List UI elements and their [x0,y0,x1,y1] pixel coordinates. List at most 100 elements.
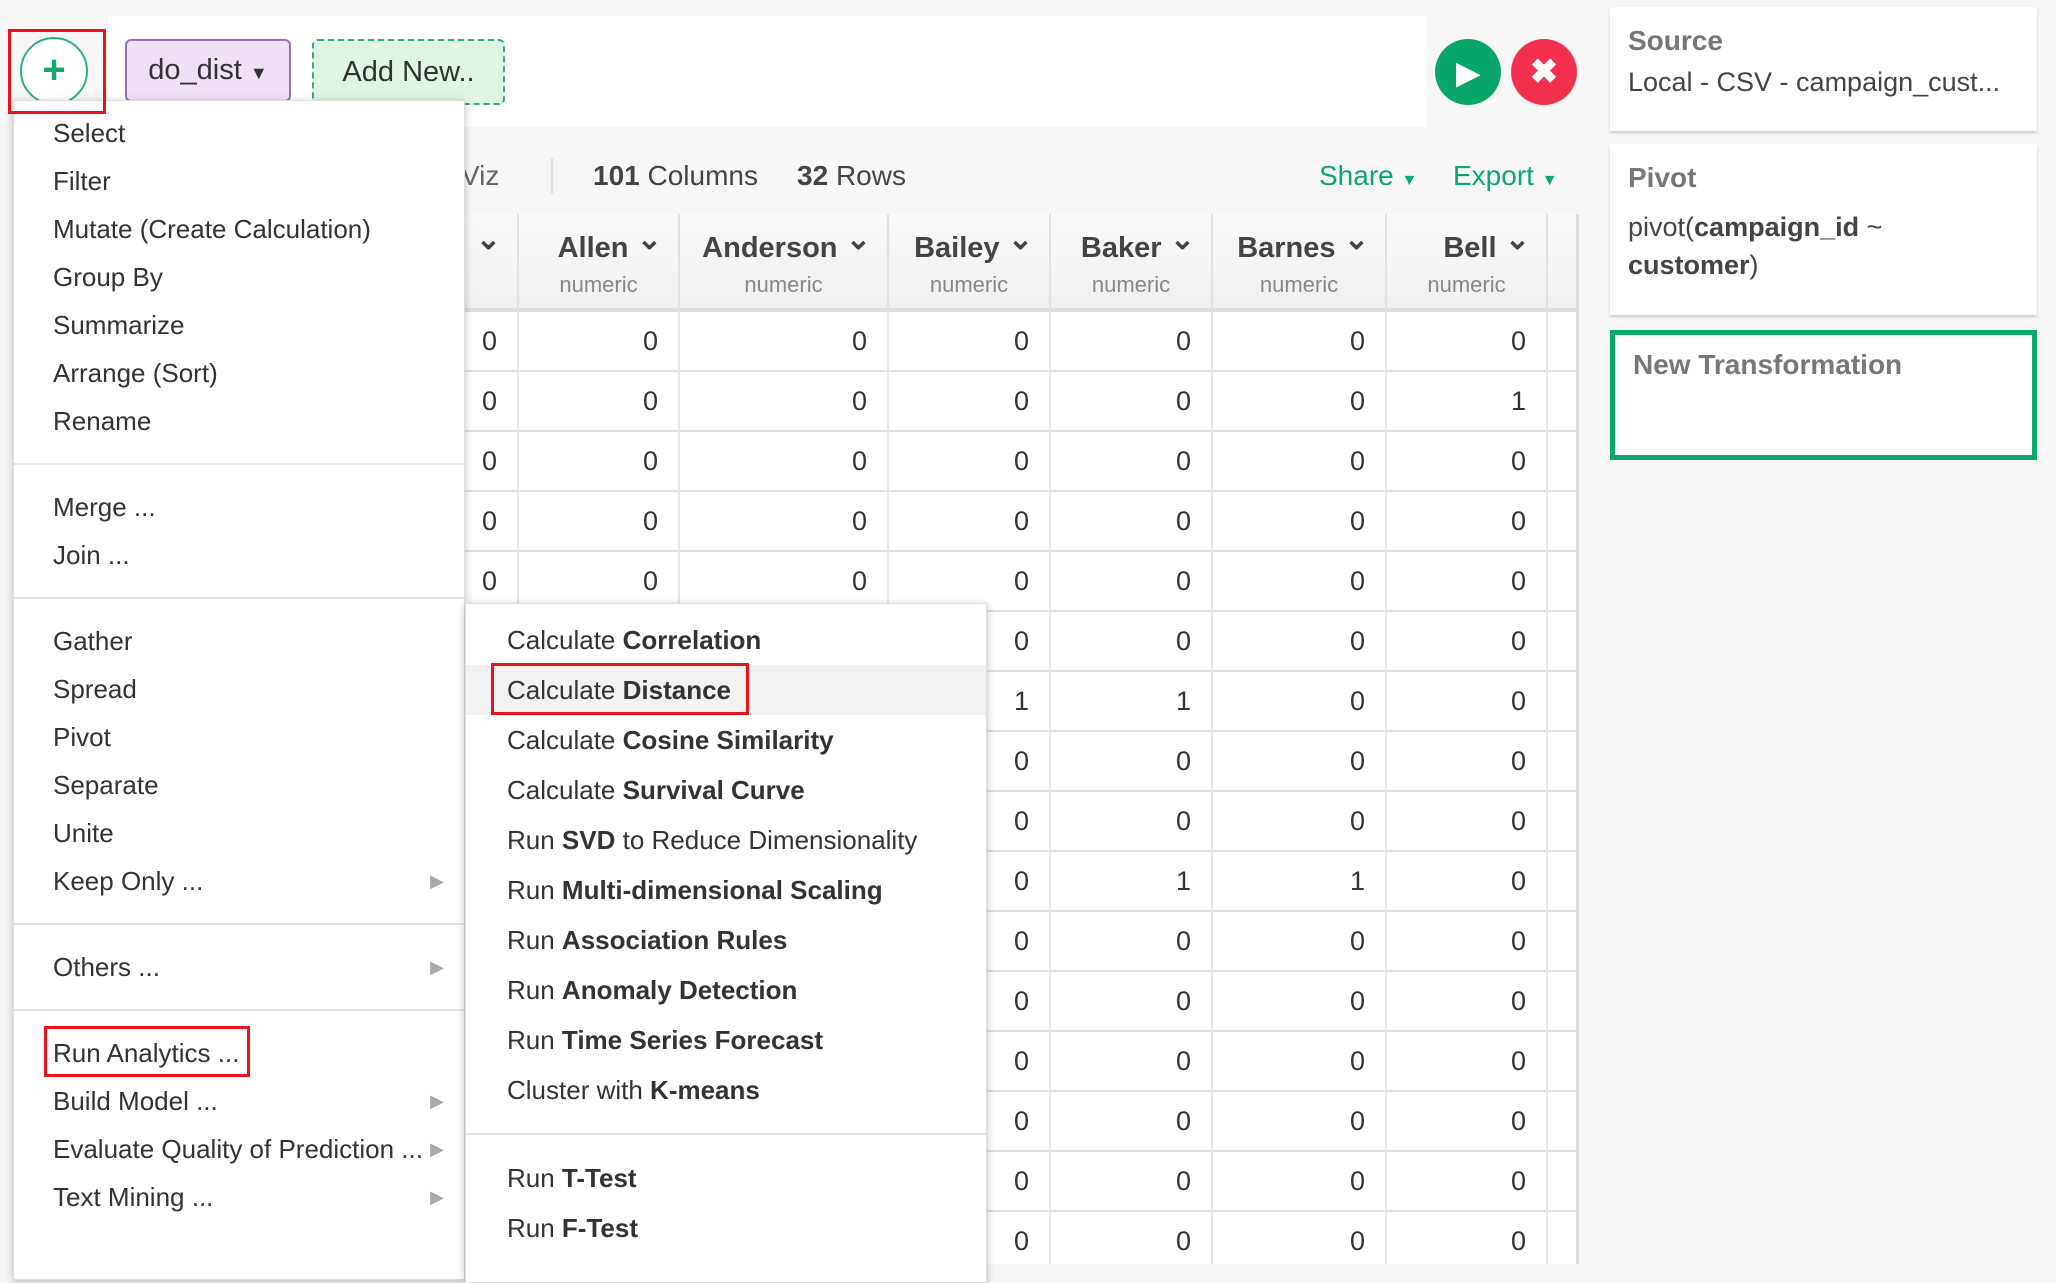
share-button[interactable]: Share ▼ [1319,160,1417,192]
menu-item-pivot[interactable]: Pivot [14,713,464,761]
play-icon: ▶ [1456,57,1480,90]
menu-item-label: Unite [53,818,114,848]
close-icon: ✖ [1529,53,1559,91]
menu-item-arrange-sort[interactable]: Arrange (Sort) [14,349,464,397]
step-do-dist-button[interactable]: do_dist ▼ [125,39,291,102]
step-card-pivot[interactable]: Pivot pivot(campaign_id ~ customer) [1610,144,2037,315]
table-cell: 0 [1213,1152,1387,1212]
menu-divider [466,1115,986,1153]
menu-item-label: Text Mining ... [53,1182,214,1212]
table-cell: 0 [1387,1032,1548,1092]
divider [551,158,553,194]
table-cell: 0 [680,312,889,372]
menu-item-mutate-create-calculation[interactable]: Mutate (Create Calculation) [14,205,464,253]
menu-item-select[interactable]: Select [14,109,464,157]
chevron-down-icon[interactable]: ⌄ [1497,223,1530,256]
menu-item-filter[interactable]: Filter [14,157,464,205]
table-cell [1548,372,1576,432]
menu-item-cluster-with-k-means[interactable]: Cluster with K-means [466,1065,986,1115]
column-header[interactable]: Baker ⌄ numeric [1051,214,1213,312]
column-header[interactable]: ⌄ [465,214,519,312]
menu-item-run-time-series-forecast[interactable]: Run Time Series Forecast [466,1015,986,1065]
menu-item-run-analytics[interactable]: Run Analytics ... [14,1029,464,1077]
menu-item-gather[interactable]: Gather [14,617,464,665]
column-header[interactable]: Bailey ⌄ numeric [889,214,1051,312]
table-cell: 0 [1387,552,1548,612]
export-button[interactable]: Export ▼ [1453,160,1558,192]
menu-item-evaluate-quality-of-prediction[interactable]: Evaluate Quality of Prediction ... ▶ [14,1125,464,1173]
menu-item-build-model[interactable]: Build Model ... ▶ [14,1077,464,1125]
menu-item-suffix: to Reduce Dimensionality [615,825,918,855]
formula-part: campaign_id [1694,212,1860,242]
menu-item-label: Run Analytics ... [53,1038,240,1068]
step-card-new-transformation[interactable]: New Transformation [1610,330,2037,460]
cancel-button[interactable]: ✖ [1511,39,1577,105]
run-button[interactable]: ▶ [1435,39,1501,105]
column-header[interactable]: Allen ⌄ numeric [519,214,680,312]
table-cell: 0 [1051,312,1213,372]
table-cell: 0 [1051,1152,1213,1212]
chevron-down-icon[interactable]: ⌄ [1336,223,1369,256]
column-header[interactable] [1548,214,1576,312]
column-header[interactable]: Anderson ⌄ numeric [680,214,889,312]
column-type: numeric [929,272,1009,297]
card-title: Source [1628,25,1723,56]
table-cell: 0 [680,372,889,432]
menu-item-label: Others ... [53,952,160,982]
chevron-down-icon[interactable]: ⌄ [1162,223,1195,256]
menu-item-calculate-correlation[interactable]: Calculate Correlation [466,615,986,665]
add-step-button[interactable]: + [20,37,88,105]
table-cell: 0 [1387,1092,1548,1152]
chevron-down-icon[interactable]: ⌄ [629,223,662,256]
menu-item-separate[interactable]: Separate [14,761,464,809]
tab-viz[interactable]: Viz [461,160,499,192]
menu-item-run-t-test[interactable]: Run T-Test [466,1153,986,1203]
card-body: pivot(campaign_id ~ customer) [1628,208,2019,284]
menu-item-calculate-distance[interactable]: Calculate Distance [466,665,986,715]
table-cell: 1 [1387,372,1548,432]
menu-item-group-by[interactable]: Group By [14,253,464,301]
chevron-right-icon: ▶ [430,1139,444,1159]
table-cell [1548,672,1576,732]
table-cell: 0 [1213,372,1387,432]
column-name-text: Anderson [702,232,838,264]
menu-item-prefix: Run [507,875,562,905]
menu-item-run-svd-to-reduce-dimensionality[interactable]: Run SVD to Reduce Dimensionality [466,815,986,865]
formula-part: ) [1749,250,1759,280]
menu-item-keyword: Distance [622,675,732,705]
table-cell: 0 [1051,792,1213,852]
chevron-down-icon[interactable]: ⌄ [476,223,501,256]
menu-item-keep-only[interactable]: Keep Only ... ▶ [14,857,464,905]
table-cell: 0 [1213,312,1387,372]
column-name-text: Baker [1080,232,1162,264]
menu-item-label: Keep Only ... [53,866,204,896]
step-card-source[interactable]: Source Local - CSV - campaign_cust... [1610,7,2037,131]
menu-item-spread[interactable]: Spread [14,665,464,713]
run-analytics-submenu: Calculate Correlation Calculate Distance C… [465,603,987,1283]
menu-item-run-f-test[interactable]: Run F-Test [466,1203,986,1253]
menu-item-unite[interactable]: Unite [14,809,464,857]
menu-item-text-mining[interactable]: Text Mining ... ▶ [14,1173,464,1221]
column-name: Barnes ⌄ [1237,223,1369,265]
table-cell: 0 [465,312,519,372]
menu-item-calculate-survival-curve[interactable]: Calculate Survival Curve [466,765,986,815]
menu-item-others[interactable]: Others ... ▶ [14,943,464,991]
table-cell: 0 [1051,912,1213,972]
menu-item-run-association-rules[interactable]: Run Association Rules [466,915,986,965]
menu-item-rename[interactable]: Rename [14,397,464,445]
column-type: numeric [1259,272,1339,297]
menu-item-calculate-cosine-similarity[interactable]: Calculate Cosine Similarity [466,715,986,765]
menu-item-run-anomaly-detection[interactable]: Run Anomaly Detection [466,965,986,1015]
column-header[interactable]: Barnes ⌄ numeric [1213,214,1387,312]
card-title: Pivot [1628,162,1697,193]
menu-item-keyword: Cosine Similarity [622,725,834,755]
menu-item-merge[interactable]: Merge ... [14,483,464,531]
menu-item-run-multi-dimensional-scaling[interactable]: Run Multi-dimensional Scaling [466,865,986,915]
caret-down-icon: ▼ [1401,172,1418,189]
column-header[interactable]: Bell ⌄ numeric [1387,214,1548,312]
chevron-down-icon[interactable]: ⌄ [1000,223,1033,256]
add-new-button[interactable]: Add New.. [312,39,505,105]
chevron-down-icon[interactable]: ⌄ [838,223,871,256]
menu-item-join[interactable]: Join ... [14,531,464,579]
menu-item-summarize[interactable]: Summarize [14,301,464,349]
